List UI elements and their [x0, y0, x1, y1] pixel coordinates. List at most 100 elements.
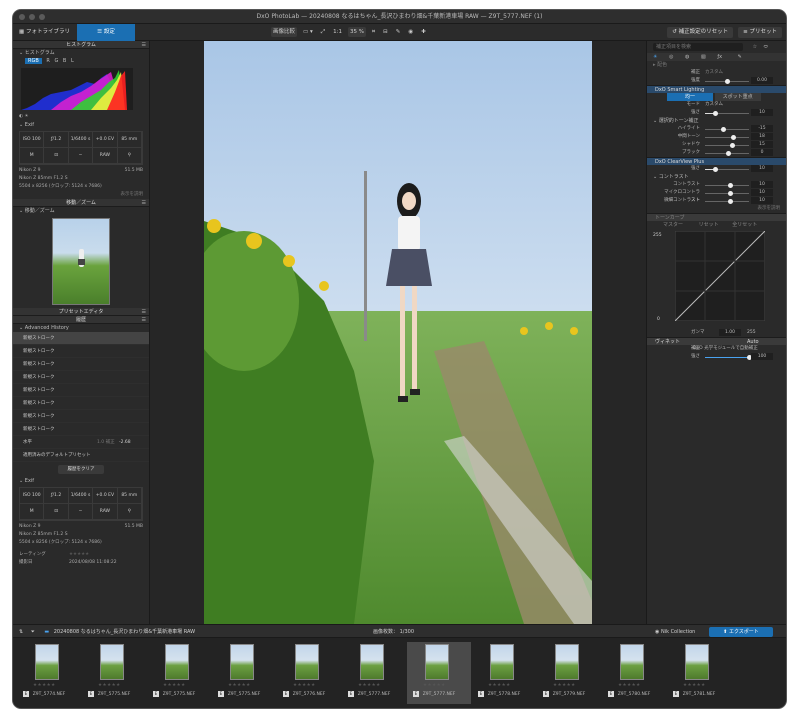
channel-g[interactable]: G [54, 58, 58, 64]
film-thumbnail[interactable]: ★★★★★ E Z9T_5777.NEF [342, 642, 406, 704]
contrast-slider[interactable]: 微細コントラスト 10 [647, 197, 786, 205]
picker-icon[interactable]: ✎ [394, 27, 403, 37]
vig-strength-slider[interactable]: 強さ 100 [647, 353, 786, 361]
minimize-button[interactable] [29, 14, 35, 20]
vig-mode-row[interactable]: 補正 DxO 光学モジュールで自動補正 [647, 345, 786, 353]
layout-icon[interactable]: ▭ ▾ [301, 27, 315, 37]
exif2-toggle[interactable]: ⌄ Exif [13, 477, 149, 485]
color-amount-slider[interactable]: 強度 0.00 [647, 77, 786, 85]
preset-editor-header[interactable]: プリセットエディタ ☰ [13, 308, 149, 316]
detail-tab-icon[interactable]: ◍ [685, 54, 689, 60]
contrast-slider[interactable]: コントラスト 10 [647, 181, 786, 189]
thumb-rating[interactable]: ★★★★★ [358, 683, 381, 688]
nik-button[interactable]: ◉ Nik Collection [655, 625, 695, 639]
tab-customize[interactable]: ☰ 設定 [77, 24, 135, 41]
tone-slider[interactable]: 中間トーン 18 [647, 133, 786, 141]
thumb-rating[interactable]: ★★★★★ [228, 683, 251, 688]
film-thumbnail[interactable]: ★★★★★ E Z9T_5775.NEF [82, 642, 146, 704]
navigator-thumbnail[interactable] [52, 218, 110, 305]
presets-button[interactable]: ≡ プリセット [738, 27, 782, 38]
tc-reset[interactable]: リセット [699, 222, 719, 228]
toggle-switch[interactable]: ⬭ [764, 44, 768, 50]
filter-icon[interactable]: ⏷ [31, 629, 35, 635]
crop-icon[interactable]: ⌗ [370, 27, 377, 37]
film-thumbnail[interactable]: ★★★★★ E Z9T_5775.NEF [147, 642, 211, 704]
rating-row[interactable]: レーティング ★★★★★ [13, 551, 149, 559]
tab-photolibrary[interactable]: ▦ フォトライブラリ [13, 24, 76, 41]
image-viewer[interactable] [150, 41, 646, 624]
eye-icon[interactable]: ◉ [406, 27, 415, 37]
history-item[interactable]: 新規ストローク [13, 332, 149, 345]
color-mode-row[interactable]: 補正 カスタム [647, 69, 786, 77]
film-thumbnail[interactable]: ★★★★★ E Z9T_5778.NEF [472, 642, 536, 704]
navzoom-header[interactable]: 移動／ズーム ☰ [13, 199, 149, 207]
uniform-button[interactable]: 均一 [667, 93, 713, 101]
smart-lighting-header[interactable]: DxO Smart Lighting [647, 85, 786, 93]
channel-l[interactable]: L [71, 58, 74, 64]
local-adjust-icon[interactable]: ✎ [738, 54, 742, 60]
tonecurve-header[interactable]: トーンカーブ [647, 213, 786, 221]
history-item[interactable]: 適用済みのデフォルトプリセット [13, 449, 149, 462]
window-controls[interactable] [19, 14, 45, 20]
fit-icon[interactable]: ⤢ [319, 27, 327, 37]
film-thumbnail[interactable]: ★★★★★ E Z9T_5781.NEF [667, 642, 731, 704]
history-item[interactable]: 新規ストローク [13, 371, 149, 384]
tc-gamma-row[interactable]: ガンマ 1.00 255 [647, 329, 786, 337]
close-button[interactable] [19, 14, 25, 20]
geometry-tab-icon[interactable]: ▧ [701, 54, 706, 60]
advanced-history-toggle[interactable]: ⌄ Advanced History [13, 324, 149, 332]
contrast-header[interactable]: ⌄ コントラスト [647, 173, 786, 181]
search-input[interactable]: 補正項目を検索 [653, 43, 743, 51]
navzoom-toggle[interactable]: ⌄ 移動／ズーム [13, 207, 149, 215]
history-item[interactable]: 新規ストローク [13, 345, 149, 358]
repair-icon[interactable]: ✚ [419, 27, 428, 37]
history-item[interactable]: 水平 1.0 補正 -2.68 [13, 436, 149, 449]
channel-rgb[interactable]: RGB [25, 58, 42, 64]
display-settings-link[interactable]: 表示を説明 [13, 191, 149, 199]
tonecurve-editor[interactable]: 255 0 [647, 229, 786, 329]
zoom-1to1-button[interactable]: 1:1 [331, 27, 344, 37]
export-button[interactable]: ⬆ エクスポート [709, 627, 773, 637]
history-header[interactable]: 履歴 ☰ [13, 316, 149, 324]
cv-strength-slider[interactable]: 強さ 10 [647, 165, 786, 173]
sl-mode-row[interactable]: モード カスタム [647, 101, 786, 109]
history-item[interactable]: 新規ストローク [13, 397, 149, 410]
effects-tab-icon[interactable]: ƒx [717, 54, 722, 60]
selective-tone-header[interactable]: ⌄ 選択的トーン補正 [647, 117, 786, 125]
clearview-header[interactable]: DxO ClearView Plus [647, 157, 786, 165]
histogram-toggle[interactable]: ⌄ ヒストグラム [13, 49, 149, 57]
history-item[interactable]: 新規ストローク [13, 423, 149, 436]
thumb-rating[interactable]: ★★★★★ [33, 683, 56, 688]
zoom-button[interactable] [39, 14, 45, 20]
history-item[interactable]: 新規ストローク [13, 358, 149, 371]
zoom-level-select[interactable]: 35 % [348, 27, 366, 37]
sl-strength-slider[interactable]: 強さ 10 [647, 109, 786, 117]
vignette-header[interactable]: ヴィネット Auto [647, 337, 786, 345]
tone-slider[interactable]: ハイライト -15 [647, 125, 786, 133]
reset-corrections-button[interactable]: ↺ 補正設定のリセット [667, 27, 734, 38]
spot-button[interactable]: スポット重点 [714, 93, 761, 101]
tc-reset-all[interactable]: 全リセット [732, 222, 757, 228]
favorite-icon[interactable]: ☆ [753, 44, 757, 50]
history-item[interactable]: 新規ストローク [13, 410, 149, 423]
thumb-rating[interactable]: ★★★★★ [98, 683, 121, 688]
contrast-slider[interactable]: マイクロコントラスト 10 [647, 189, 786, 203]
sort-icon[interactable]: ⇅ [19, 629, 23, 635]
thumb-rating[interactable]: ★★★★★ [163, 683, 186, 688]
thumb-rating[interactable]: ★★★★★ [618, 683, 641, 688]
channel-r[interactable]: R [46, 58, 49, 64]
compare-button[interactable]: 画像比較 [271, 27, 298, 37]
right-display-settings[interactable]: 表示を説明 [647, 205, 786, 213]
film-thumbnail[interactable]: ★★★★★ E Z9T_5779.NEF [537, 642, 601, 704]
thumb-rating[interactable]: ★★★★★ [488, 683, 511, 688]
thumb-rating[interactable]: ★★★★★ [423, 683, 446, 688]
exif-toggle[interactable]: ⌄ Exif [13, 121, 149, 129]
horizon-icon[interactable]: ⊟ [381, 27, 390, 37]
tone-slider[interactable]: ブラック 0 [647, 149, 786, 157]
color-tab-icon[interactable]: ◎ [669, 54, 673, 60]
clear-history-button[interactable]: 履歴をクリア [58, 465, 104, 474]
main-photo[interactable] [204, 41, 592, 624]
histogram-header[interactable]: ヒストグラム ☰ [13, 41, 149, 49]
channel-b[interactable]: B [63, 58, 66, 64]
light-tab-icon[interactable]: ☀ [653, 54, 657, 60]
